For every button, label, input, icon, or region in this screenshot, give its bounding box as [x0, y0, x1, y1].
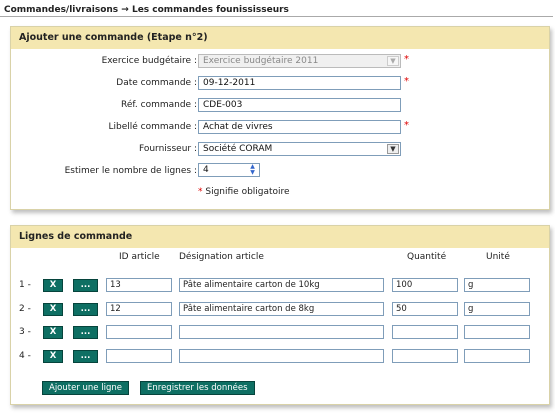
required-mark: *	[404, 54, 409, 65]
row-number: 4 -	[19, 351, 31, 361]
libelle-input[interactable]: Achat de vivres	[198, 120, 401, 134]
add-line-button[interactable]: Ajouter une ligne	[42, 381, 129, 395]
fournisseur-label: Fournisseur :	[138, 144, 197, 154]
date-input[interactable]: 09-12-2011	[198, 76, 401, 90]
breadcrumb-divider	[0, 16, 553, 17]
id-article-input[interactable]: 12	[106, 302, 172, 316]
column-header-quantity: Quantité	[407, 252, 447, 262]
exercice-label: Exercice budgétaire :	[101, 56, 197, 66]
row-number: 2 -	[19, 304, 31, 314]
quantity-input[interactable]	[392, 349, 458, 363]
row-number: 3 -	[19, 327, 31, 337]
ref-label: Réf. commande :	[121, 100, 197, 110]
quantity-input[interactable]: 50	[392, 302, 458, 316]
unit-input[interactable]: g	[464, 278, 530, 292]
id-article-input[interactable]	[106, 325, 172, 339]
browse-article-button[interactable]: ...	[73, 350, 98, 363]
fournisseur-value: Société CORAM	[203, 144, 273, 154]
nb-lignes-value: 4	[203, 165, 209, 175]
browse-article-button[interactable]: ...	[73, 303, 98, 316]
column-header-id: ID article	[119, 252, 160, 262]
delete-row-button[interactable]: X	[43, 303, 63, 316]
row-number: 1 -	[19, 280, 31, 290]
order-lines-title: Lignes de commande	[11, 226, 549, 248]
browse-article-button[interactable]: ...	[73, 326, 98, 339]
add-order-title: Ajouter une commande (Etape n°2)	[11, 27, 549, 49]
unit-input[interactable]: g	[464, 302, 530, 316]
libelle-label: Libellé commande :	[108, 122, 197, 132]
required-note-text: Signifie obligatoire	[205, 187, 290, 197]
delete-row-button[interactable]: X	[43, 279, 63, 292]
browse-article-button[interactable]: ...	[73, 279, 98, 292]
designation-input[interactable]	[179, 325, 384, 339]
id-article-input[interactable]	[106, 349, 172, 363]
exercice-select: Exercice budgétaire 2011 ▼	[198, 54, 401, 68]
fournisseur-select[interactable]: Société CORAM ▼	[198, 142, 401, 156]
designation-input[interactable]	[179, 349, 384, 363]
nb-lignes-label: Estimer le nombre de lignes :	[64, 166, 197, 176]
exercice-value: Exercice budgétaire 2011	[203, 56, 319, 66]
spinner-arrows-icon[interactable]: ▲ ▼	[247, 164, 258, 176]
date-label: Date commande :	[116, 78, 197, 88]
designation-input[interactable]: Pâte alimentaire carton de 10kg	[179, 278, 384, 292]
required-mark: *	[198, 187, 203, 197]
nb-lignes-stepper[interactable]: 4 ▲ ▼	[198, 163, 260, 177]
ref-input[interactable]: CDE-003	[198, 98, 401, 112]
chevron-down-icon: ▼	[387, 56, 399, 66]
required-note: * Signifie obligatoire	[198, 187, 290, 197]
chevron-down-icon[interactable]: ▼	[387, 144, 399, 154]
breadcrumb: Commandes/livraisons → Les commandes fou…	[4, 5, 289, 15]
add-order-panel: Ajouter une commande (Etape n°2) Exercic…	[10, 26, 550, 210]
unit-input[interactable]	[464, 349, 530, 363]
delete-row-button[interactable]: X	[43, 326, 63, 339]
order-lines-panel: Lignes de commande ID article Désignatio…	[10, 225, 550, 405]
column-header-unit: Unité	[486, 252, 510, 262]
required-mark: *	[404, 120, 409, 131]
delete-row-button[interactable]: X	[43, 350, 63, 363]
column-header-designation: Désignation article	[179, 252, 264, 262]
save-data-button[interactable]: Enregistrer les données	[140, 381, 255, 395]
quantity-input[interactable]: 100	[392, 278, 458, 292]
required-mark: *	[404, 76, 409, 87]
quantity-input[interactable]	[392, 325, 458, 339]
designation-input[interactable]: Pâte alimentaire carton de 8kg	[179, 302, 384, 316]
unit-input[interactable]	[464, 325, 530, 339]
id-article-input[interactable]: 13	[106, 278, 172, 292]
